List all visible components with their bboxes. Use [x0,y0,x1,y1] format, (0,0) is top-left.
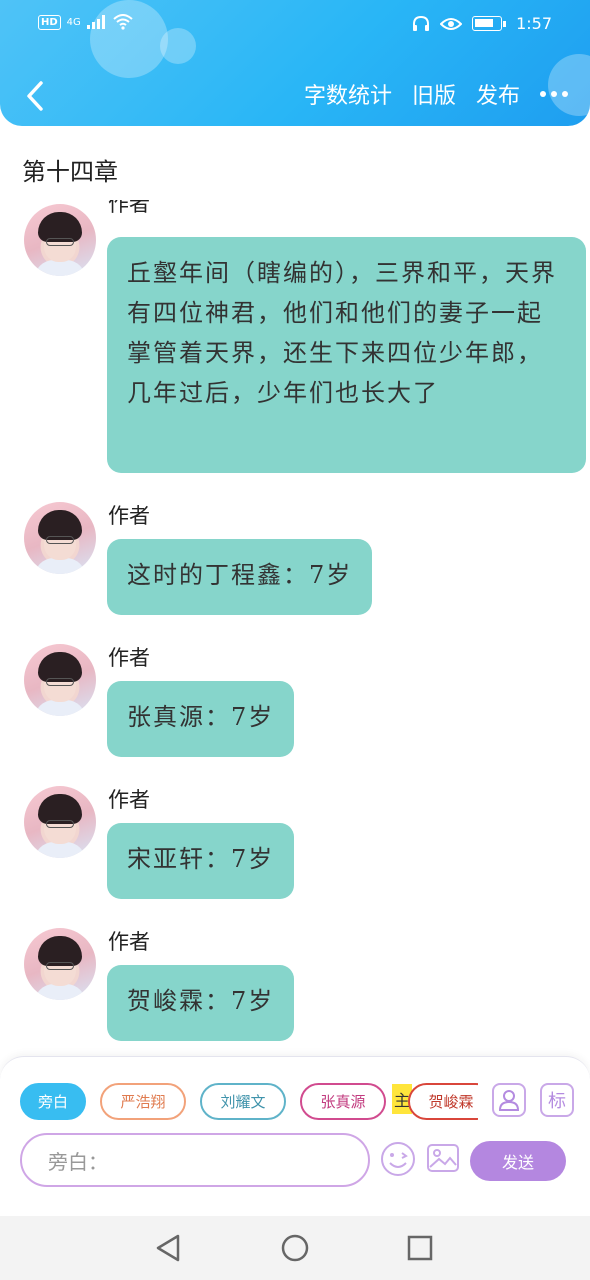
avatar[interactable] [24,204,96,276]
role-chip-narrator[interactable]: 旁白 [20,1083,86,1120]
publish-button[interactable]: 发布 [476,78,520,110]
old-version-button[interactable]: 旧版 [412,78,456,110]
nav-home-button[interactable] [277,1230,313,1266]
avatar[interactable] [24,928,96,1000]
role-chip-he-junlin[interactable]: 贺峻霖 [408,1083,478,1120]
nav-back-icon [156,1234,180,1262]
input-placeholder: 旁白： [48,1149,108,1174]
wifi-icon [113,14,133,30]
more-icon-dot [551,91,557,97]
hd-badge: HD [38,14,61,30]
word-count-button[interactable]: 字数统计 [304,78,392,110]
more-icon [540,91,546,97]
nav-recents-button[interactable] [402,1230,438,1266]
image-icon [427,1144,459,1172]
app-header: HD 4G 1:57 字数统计 旧版 发布 [0,0,590,126]
tag-button[interactable]: 标 [540,1083,574,1117]
system-nav-bar [0,1216,590,1280]
composer-panel: 旁白 严浩翔 刘耀文 张真源 主 贺峻霖 标 旁白： 发送 [0,1056,590,1216]
role-manage-button[interactable] [492,1083,526,1117]
more-button[interactable] [540,79,568,109]
sender-name: 作者 [108,646,150,670]
back-icon [27,81,43,111]
message-input[interactable]: 旁白： [20,1133,370,1187]
headphones-icon [413,15,430,31]
message-bubble[interactable]: 丘壑年间（瞎编的），三界和平，天界有四位神君，他们和他们的妻子一起掌管着天界，还… [107,237,586,473]
more-icon-dot [562,91,568,97]
signal-icon [86,15,105,29]
emoji-icon [381,1142,415,1176]
role-chip-yan-haoxiang[interactable]: 严浩翔 [100,1083,186,1120]
network-type: 4G [66,16,81,28]
message-bubble[interactable]: 张真源：7岁 [107,681,295,757]
chapter-title[interactable]: 第十四章 [22,152,118,187]
person-icon [498,1090,520,1111]
sender-name: 作者 [108,200,150,216]
avatar[interactable] [24,502,96,574]
message-bubble[interactable]: 宋亚轩：7岁 [107,823,295,899]
avatar[interactable] [24,644,96,716]
battery-tip [503,20,507,27]
nav-recents-icon [407,1235,433,1261]
send-button[interactable]: 发送 [470,1141,566,1181]
nav-back-button[interactable] [150,1230,186,1266]
status-time: 1:57 [516,14,552,33]
message-list[interactable]: 作者 丘壑年间（瞎编的），三界和平，天界有四位神君，他们和他们的妻子一起掌管着天… [0,200,590,1055]
sender-name: 作者 [108,930,150,954]
role-chip-zhang-zhenyuan[interactable]: 张真源 [300,1083,386,1120]
role-chip-bar[interactable]: 旁白 严浩翔 刘耀文 张真源 主 贺峻霖 [20,1083,478,1121]
sender-name: 作者 [108,788,150,812]
eye-comfort-icon [440,17,463,30]
message-bubble[interactable]: 贺峻霖：7岁 [107,965,295,1041]
nav-home-icon [281,1234,309,1262]
role-chip-liu-yaowen[interactable]: 刘耀文 [200,1083,286,1120]
sender-name: 作者 [108,504,150,528]
image-button[interactable] [426,1141,462,1177]
status-bar: HD 4G 1:57 [0,8,590,42]
emoji-button[interactable] [380,1141,416,1177]
message-bubble[interactable]: 这时的丁程鑫：7岁 [107,539,373,615]
avatar[interactable] [24,786,96,858]
battery-icon [472,16,503,31]
back-button[interactable] [18,76,52,116]
top-nav: 字数统计 旧版 发布 [0,66,590,126]
